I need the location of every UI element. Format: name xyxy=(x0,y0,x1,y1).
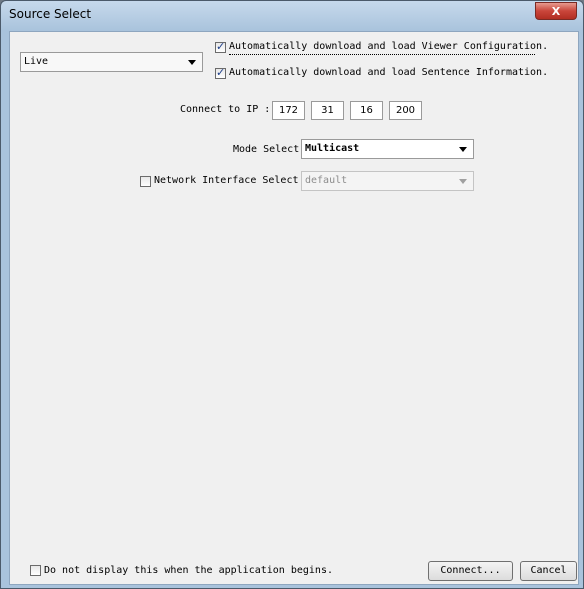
auto-sentence-info-checkbox[interactable] xyxy=(215,66,226,79)
source-select-dialog: Source Select X Live Automatically downl… xyxy=(0,0,584,589)
chevron-down-icon xyxy=(459,179,467,184)
source-dropdown[interactable]: Live xyxy=(20,52,203,72)
cancel-button[interactable]: Cancel xyxy=(520,561,577,581)
startup-display-checkbox[interactable] xyxy=(30,565,41,576)
focus-indicator xyxy=(229,54,535,55)
startup-display-label[interactable]: Do not display this when the application… xyxy=(44,565,333,576)
ip-octet-3-input[interactable]: 16 xyxy=(350,101,383,120)
chevron-down-icon xyxy=(459,147,467,152)
mode-select-label: Mode Select xyxy=(233,144,300,155)
connect-button[interactable]: Connect... xyxy=(428,561,513,581)
chevron-down-icon xyxy=(188,60,196,65)
close-button[interactable]: X xyxy=(535,2,577,20)
network-interface-checkbox[interactable] xyxy=(140,176,151,187)
mode-select-dropdown[interactable]: Multicast xyxy=(301,139,474,159)
ip-octet-1-input[interactable]: 172 xyxy=(272,101,305,120)
title-bar[interactable]: Source Select X xyxy=(1,1,583,31)
connect-ip-label: Connect to IP : xyxy=(180,104,271,115)
source-dropdown-value: Live xyxy=(24,56,49,67)
auto-viewer-config-checkbox[interactable] xyxy=(215,40,226,53)
auto-viewer-config-label[interactable]: Automatically download and load Viewer C… xyxy=(229,41,548,52)
dialog-content: Live Automatically download and load Vie… xyxy=(9,31,579,585)
auto-sentence-info-label[interactable]: Automatically download and load Sentence… xyxy=(229,67,548,78)
ip-octet-4-input[interactable]: 200 xyxy=(389,101,422,120)
network-interface-value: default xyxy=(305,175,348,186)
network-interface-dropdown[interactable]: default xyxy=(301,171,474,191)
network-interface-label[interactable]: Network Interface Select xyxy=(154,175,299,186)
mode-select-value: Multicast xyxy=(305,143,360,154)
window-title: Source Select xyxy=(9,7,92,21)
ip-octet-2-input[interactable]: 31 xyxy=(311,101,344,120)
